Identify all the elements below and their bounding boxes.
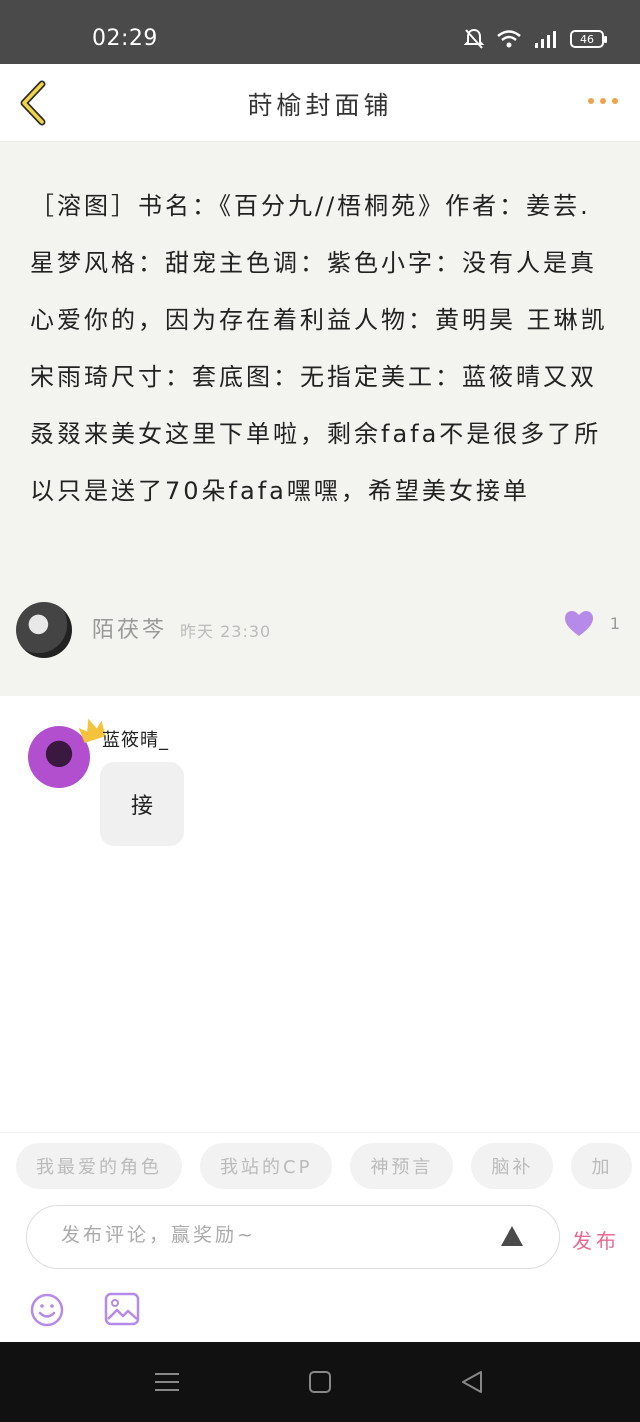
up-triangle-icon[interactable] xyxy=(499,1224,525,1248)
heart-icon[interactable] xyxy=(564,610,594,638)
wifi-icon xyxy=(497,30,521,48)
status-bar: 02:29 46 xyxy=(0,0,640,64)
reply-username[interactable]: 蓝筱晴_ xyxy=(102,726,169,752)
home-icon[interactable] xyxy=(308,1370,332,1394)
post-time: 昨天 23:30 xyxy=(180,622,272,641)
reply-item: 蓝筱晴_ 接 xyxy=(0,696,640,1132)
author-row: 陌茯芩 昨天 23:30 1 xyxy=(16,598,624,658)
topic-chip[interactable]: 神预言 xyxy=(350,1143,454,1189)
author-name[interactable]: 陌茯芩 xyxy=(92,612,167,644)
author-avatar[interactable] xyxy=(16,602,72,658)
topic-chip[interactable]: 我站的CP xyxy=(200,1143,333,1189)
battery-icon: 46 xyxy=(570,30,607,48)
reply-bubble: 接 xyxy=(100,762,184,846)
topic-chips: 我最爱的角色 我站的CP 神预言 脑补 加 xyxy=(16,1143,633,1189)
more-dots-icon[interactable] xyxy=(588,98,618,104)
topic-chip[interactable]: 脑补 xyxy=(471,1143,554,1189)
topic-chip[interactable]: 我最爱的角色 xyxy=(16,1143,182,1189)
image-icon[interactable] xyxy=(104,1291,140,1327)
comment-box xyxy=(26,1205,560,1269)
post-content: ［溶图］书名：《百分九//梧桐苑》作者：姜芸.星梦风格：甜宠主色调：紫色小字：没… xyxy=(30,192,608,505)
like-count: 1 xyxy=(609,614,620,633)
back-icon[interactable] xyxy=(460,1370,484,1394)
comment-input[interactable] xyxy=(61,1224,491,1246)
signal-icon xyxy=(535,31,556,48)
publish-button[interactable]: 发布 xyxy=(572,1225,620,1254)
page-title: 莳榆封面铺 xyxy=(247,91,393,120)
comment-panel: 我最爱的角色 我站的CP 神预言 脑补 加 发布 xyxy=(0,1132,640,1342)
status-icons: 46 xyxy=(464,24,607,54)
emoji-icon[interactable] xyxy=(30,1293,64,1327)
mute-bell-icon xyxy=(464,28,484,49)
system-nav-bar xyxy=(0,1342,640,1422)
status-time: 02:29 xyxy=(92,26,158,51)
menu-icon[interactable] xyxy=(154,1370,180,1394)
nav-bar: 莳榆封面铺 xyxy=(0,64,640,142)
post-card: ［溶图］书名：《百分九//梧桐苑》作者：姜芸.星梦风格：甜宠主色调：紫色小字：没… xyxy=(0,142,640,696)
topic-chip[interactable]: 加 xyxy=(571,1143,633,1189)
